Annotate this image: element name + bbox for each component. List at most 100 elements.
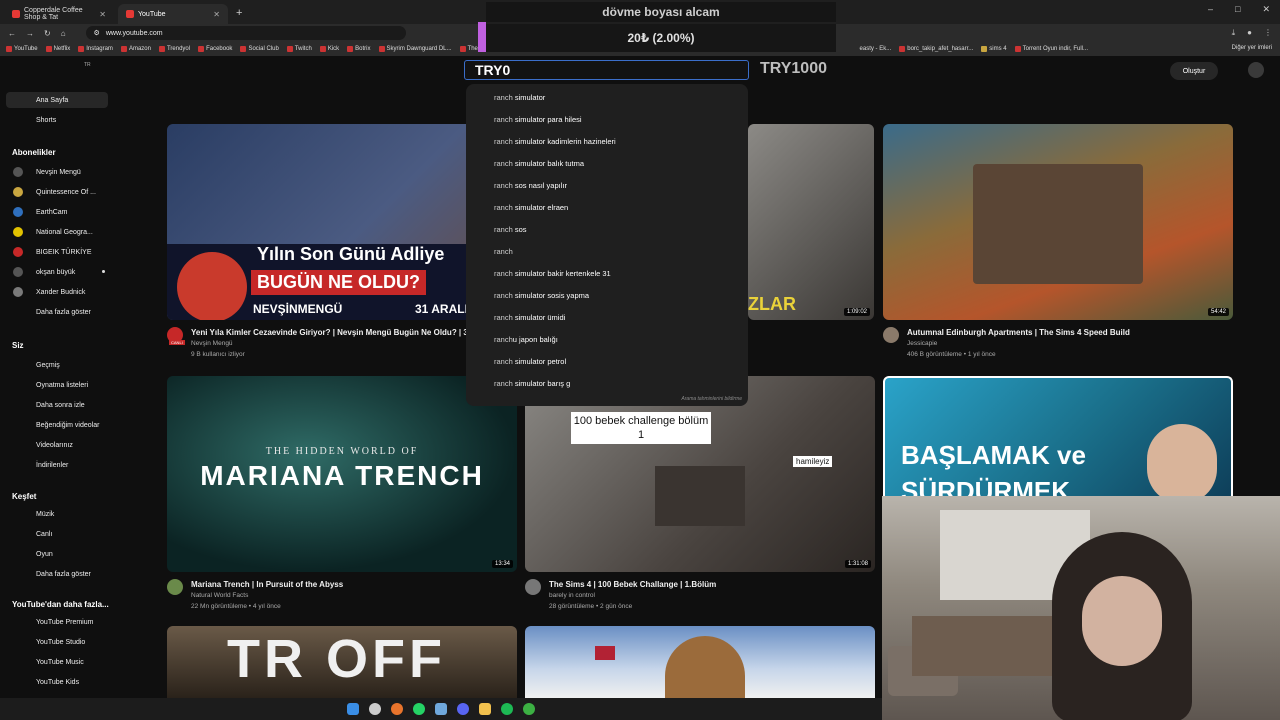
bookmark-item[interactable]: easty - Ek... <box>860 46 892 52</box>
search-suggestion[interactable]: ranch simulator sosis yapma <box>494 291 589 300</box>
search-suggestion[interactable]: ranch simulator ümidi <box>494 313 565 322</box>
search-suggestion[interactable]: ranch simulator para hilesi <box>494 115 582 124</box>
channel-avatar[interactable] <box>167 579 183 595</box>
download-icon[interactable]: ⤓ <box>1232 28 1236 38</box>
channel-avatar[interactable] <box>525 579 541 595</box>
sidebar-item-history[interactable]: Geçmiş <box>6 357 108 373</box>
tab-coffee-shop[interactable]: Copperdale Coffee Shop & Tat ✕ <box>4 4 114 24</box>
browser-icon[interactable] <box>391 703 403 715</box>
forward-icon[interactable]: → <box>26 29 34 38</box>
search-suggestion[interactable]: ranch simulator elraen <box>494 203 568 212</box>
sidebar-item-playlists[interactable]: Oynatma listeleri <box>6 377 108 393</box>
video-title[interactable]: Autumnal Edinburgh Apartments | The Sims… <box>907 328 1227 337</box>
sidebar-explore-more[interactable]: Daha fazla göster <box>6 566 108 582</box>
xbox-icon[interactable] <box>523 703 535 715</box>
bookmark-item[interactable]: Netflix <box>45 46 70 52</box>
search-suggestion[interactable]: ranch sos nasıl yapılır <box>494 181 567 190</box>
other-bookmarks[interactable]: Diğer yer imleri <box>1232 45 1272 51</box>
subscription-item[interactable]: okşan büyük <box>6 264 108 280</box>
bookmark-item[interactable]: borc_takip_afet_hasarr... <box>899 46 973 52</box>
minimize-button[interactable]: – <box>1208 4 1213 15</box>
whatsapp-icon[interactable] <box>413 703 425 715</box>
search-suggestion[interactable]: ranch simulator petrol <box>494 357 566 366</box>
sidebar-item-your-videos[interactable]: Videolarınız <box>6 437 108 453</box>
report-suggestions-link[interactable]: Arama tahminlerini bildirme <box>681 396 742 402</box>
tab-close-icon[interactable]: ✕ <box>99 10 106 19</box>
search-suggestion[interactable]: ranchu japon balığı <box>494 335 558 344</box>
sidebar-item-gaming[interactable]: Oyun <box>6 546 108 562</box>
menu-icon[interactable]: ⋮ <box>1264 28 1272 38</box>
bookmark-item[interactable]: Facebook <box>198 46 232 52</box>
bookmark-item[interactable]: sims 4 <box>981 46 1007 52</box>
bookmark-item[interactable]: Botrix <box>347 46 371 52</box>
video-channel[interactable]: Nevşin Mengü <box>191 340 233 347</box>
bookmark-item[interactable]: Amazon <box>120 46 151 52</box>
video-thumbnail[interactable]: Yılın Son Günü Adliye BUGÜN NE OLDU? NEV… <box>167 124 517 320</box>
subscription-item[interactable]: National Geogra... <box>6 224 108 240</box>
mail-icon[interactable] <box>435 703 447 715</box>
channel-avatar[interactable] <box>883 327 899 343</box>
subscription-item[interactable]: Nevşin Mengü <box>6 164 108 180</box>
bookmark-item[interactable]: Torrent Oyun indir, Full... <box>1014 46 1088 52</box>
video-thumbnail[interactable]: TR OFF <box>167 626 517 698</box>
bookmark-item[interactable]: Skyrim Dawnguard DL... <box>378 46 452 52</box>
new-tab-button[interactable]: + <box>236 7 242 24</box>
bookmark-item[interactable]: Trendyol <box>158 46 190 52</box>
search-suggestion[interactable]: ranch simulator bakir kertenkele 31 <box>494 269 611 278</box>
tab-close-icon[interactable]: ✕ <box>213 10 220 19</box>
video-title[interactable]: Mariana Trench | In Pursuit of the Abyss <box>191 580 511 589</box>
video-thumbnail[interactable]: ZLAR 1:09:02 <box>748 124 874 320</box>
windows-start-icon[interactable] <box>347 703 359 715</box>
subscription-item[interactable]: BIGEIK TÜRKİYE <box>6 244 108 260</box>
bookmark-item[interactable]: Social Club <box>240 46 279 52</box>
home-icon[interactable]: ⌂ <box>61 29 66 38</box>
sidebar-item-watch-later[interactable]: Daha sonra izle <box>6 397 108 413</box>
sidebar-item-shorts[interactable]: Shorts <box>6 112 108 128</box>
video-channel[interactable]: Natural World Facts <box>191 592 248 599</box>
folder-icon[interactable] <box>479 703 491 715</box>
spotify-icon[interactable] <box>501 703 513 715</box>
reload-icon[interactable]: ↻ <box>44 29 51 38</box>
search-suggestion[interactable]: ranch simulator <box>494 93 545 102</box>
profile-icon[interactable]: ● <box>1247 28 1252 38</box>
video-title[interactable]: Yeni Yıla Kimler Cezaevinde Giriyor? | N… <box>191 328 466 337</box>
sidebar-item-premium[interactable]: YouTube Premium <box>6 614 108 630</box>
sidebar-item-downloads[interactable]: İndirilenler <box>6 457 108 473</box>
you-heading[interactable]: Siz <box>12 341 24 350</box>
subscriptions-heading[interactable]: Abonelikler <box>12 148 56 157</box>
bookmark-item[interactable]: YouTube <box>6 46 38 52</box>
create-button[interactable]: Oluştur <box>1170 62 1218 80</box>
search-suggestion[interactable]: ranch <box>494 247 513 256</box>
sidebar-item-studio[interactable]: YouTube Studio <box>6 634 108 650</box>
search-suggestion[interactable]: ranch simulator kadimlerin hazineleri <box>494 137 616 146</box>
site-info-icon[interactable]: ⚙ <box>94 29 100 37</box>
tab-youtube[interactable]: YouTube ✕ <box>118 4 228 24</box>
subscription-item[interactable]: EarthCam <box>6 204 108 220</box>
bookmark-item[interactable]: Instagram <box>78 46 113 52</box>
discord-icon[interactable] <box>457 703 469 715</box>
video-thumbnail[interactable]: 54:42 <box>883 124 1233 320</box>
account-avatar[interactable] <box>1248 62 1264 78</box>
sidebar-item-kids[interactable]: YouTube Kids <box>6 674 108 690</box>
video-channel[interactable]: barely in control <box>549 592 595 599</box>
sidebar-item-music[interactable]: Müzik <box>6 506 108 522</box>
video-title[interactable]: The Sims 4 | 100 Bebek Challange | 1.Böl… <box>549 580 869 589</box>
maximize-button[interactable]: □ <box>1235 4 1240 15</box>
sidebar-item-home[interactable]: Ana Sayfa <box>6 92 108 108</box>
close-window-button[interactable]: ✕ <box>1262 4 1270 15</box>
subscription-item[interactable]: Xander Budnick <box>6 284 108 300</box>
search-suggestion[interactable]: ranch sos <box>494 225 527 234</box>
search-icon[interactable] <box>369 703 381 715</box>
video-thumbnail[interactable] <box>525 626 875 698</box>
video-channel[interactable]: Jessicapie <box>907 340 937 347</box>
subscription-item[interactable]: Quintessence Of ... <box>6 184 108 200</box>
video-thumbnail[interactable]: BAŞLAMAK ve SÜRDÜRMEK <box>883 376 1233 496</box>
back-icon[interactable]: ← <box>8 29 16 38</box>
search-input[interactable] <box>465 61 748 79</box>
sidebar-item-liked-videos[interactable]: Beğendiğim videolar <box>6 417 108 433</box>
bookmark-item[interactable]: Kick <box>319 46 339 52</box>
search-suggestion[interactable]: ranch simulator balık tutma <box>494 159 584 168</box>
sidebar-item-live[interactable]: Canlı <box>6 526 108 542</box>
bookmark-item[interactable]: Twitch <box>286 46 312 52</box>
video-thumbnail[interactable]: THE HIDDEN WORLD OF MARIANA TRENCH 13:34 <box>167 376 517 572</box>
